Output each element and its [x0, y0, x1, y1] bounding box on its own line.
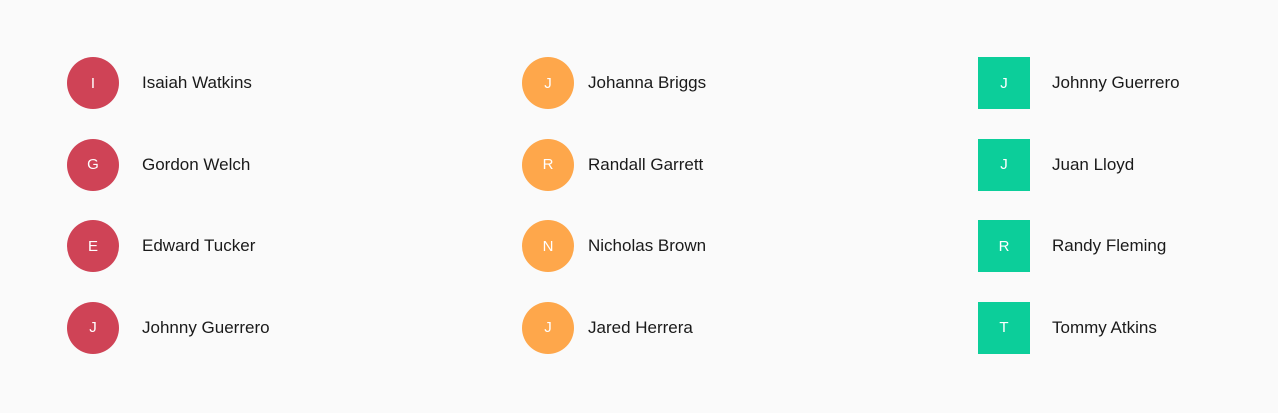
avatar: J — [522, 301, 574, 354]
user-name: Gordon Welch — [142, 154, 251, 174]
user-list-item: T Tommy Atkins — [978, 301, 1180, 354]
user-column-2: J Johnny Guerrero J Juan Lloyd R Randy Flemin… — [978, 57, 1180, 383]
user-list-item: R Randy Fleming — [978, 220, 1180, 272]
user-name: Randy Fleming — [1052, 236, 1167, 255]
user-name: Johanna Briggs — [588, 73, 707, 92]
user-name: Edward Tucker — [142, 236, 256, 255]
avatar: G — [67, 138, 119, 191]
user-name: Jared Herrera — [588, 317, 693, 337]
avatar: J — [522, 57, 574, 109]
avatar: T — [978, 301, 1030, 354]
user-list-item: J Johanna Briggs — [522, 57, 706, 109]
user-column-1: J Johanna Briggs R Randall Garrett N Nicholas… — [522, 57, 706, 383]
avatar: R — [978, 220, 1030, 272]
user-list-item: J Jared Herrera — [522, 301, 706, 354]
user-name: Tommy Atkins — [1052, 317, 1157, 337]
user-name: Juan Lloyd — [1052, 154, 1135, 174]
user-name: Johnny Guerrero — [142, 317, 270, 337]
avatar: J — [67, 301, 119, 354]
user-list-item: J Juan Lloyd — [978, 138, 1180, 191]
user-list-item: E Edward Tucker — [67, 220, 270, 272]
avatar: J — [978, 138, 1030, 191]
user-column-0: I Isaiah Watkins G Gordon Welch E Edward Tuck… — [67, 57, 270, 383]
user-list-item: N Nicholas Brown — [522, 220, 706, 272]
avatar: R — [522, 138, 574, 191]
user-list-item: J Johnny Guerrero — [67, 301, 270, 354]
avatar: I — [67, 57, 119, 109]
user-list-item: G Gordon Welch — [67, 138, 270, 191]
user-name: Randall Garrett — [588, 154, 704, 174]
avatar: J — [978, 57, 1030, 109]
user-name: Isaiah Watkins — [142, 73, 252, 92]
user-name: Nicholas Brown — [588, 236, 707, 255]
user-list-item: R Randall Garrett — [522, 138, 706, 191]
user-name: Johnny Guerrero — [1052, 73, 1180, 92]
user-list-item: I Isaiah Watkins — [67, 57, 270, 109]
avatar: E — [67, 220, 119, 272]
user-list-item: J Johnny Guerrero — [978, 57, 1180, 109]
avatar: N — [522, 220, 574, 272]
